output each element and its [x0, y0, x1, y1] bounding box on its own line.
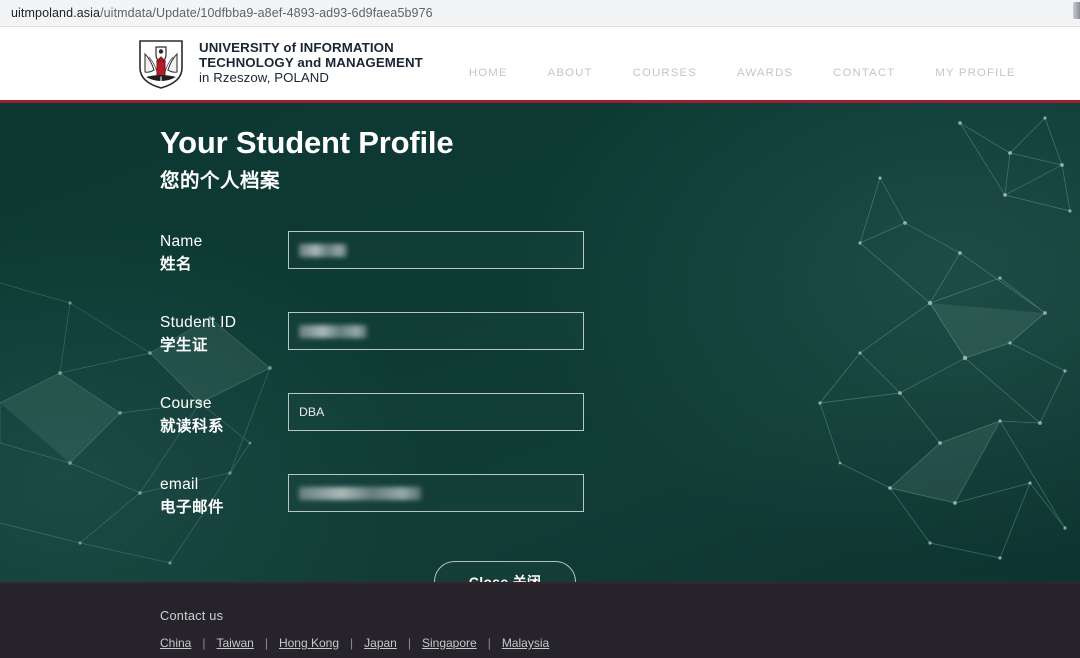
footer-link-china[interactable]: China: [160, 636, 191, 650]
course-input[interactable]: DBA: [288, 393, 584, 431]
footer-separator: |: [350, 636, 354, 650]
brand-logo[interactable]: UNIVERSITY of INFORMATION TECHNOLOGY and…: [136, 38, 423, 90]
field-row-email: email 电子邮件: [160, 474, 630, 517]
site-footer: Contact us China | Taiwan | Hong Kong | …: [0, 584, 1080, 658]
nav-item-my-profile[interactable]: MY PROFILE: [915, 67, 1035, 79]
course-value: DBA: [299, 405, 325, 419]
university-crest-icon: [139, 39, 183, 89]
field-label-course-zh: 就读科系: [160, 418, 225, 435]
brand-line-1: UNIVERSITY of INFORMATION: [199, 40, 394, 56]
footer-link-hong-kong[interactable]: Hong Kong: [279, 636, 339, 650]
footer-separator: |: [487, 636, 491, 650]
brand-line-2: TECHNOLOGY and MANAGEMENT: [199, 55, 423, 71]
field-label-name-en: Name: [160, 233, 203, 250]
url-path: /uitmdata/Update/10dfbba9-a8ef-4893-ad93…: [100, 6, 433, 20]
footer-links: China | Taiwan | Hong Kong | Japan | Sin…: [160, 636, 549, 650]
field-row-name: Name 姓名: [160, 231, 630, 274]
name-input[interactable]: [288, 231, 584, 269]
page-title-chinese: 您的个人档案: [160, 170, 281, 192]
profile-panel: Your Student Profile 您的个人档案 Name 姓名 Stud…: [160, 125, 630, 582]
footer-link-japan[interactable]: Japan: [364, 636, 397, 650]
field-label-email-zh: 电子邮件: [160, 499, 225, 516]
field-label-course: Course 就读科系: [160, 393, 288, 436]
nav-item-about[interactable]: ABOUT: [528, 67, 613, 79]
nav-item-home[interactable]: HOME: [449, 67, 528, 79]
field-label-email-en: email: [160, 476, 199, 493]
nav-item-awards[interactable]: AWARDS: [717, 67, 813, 79]
url-host: uitmpoland.asia: [11, 6, 101, 20]
nav-item-contact[interactable]: CONTACT: [813, 67, 915, 79]
field-row-student-id: Student ID 学生证: [160, 312, 630, 355]
field-label-student-id-zh: 学生证: [160, 337, 209, 354]
footer-link-malaysia[interactable]: Malaysia: [502, 636, 549, 650]
brand-text: UNIVERSITY of INFORMATION TECHNOLOGY and…: [199, 40, 423, 86]
name-value-redacted: [299, 243, 347, 257]
field-label-course-en: Course: [160, 395, 212, 412]
browser-scrollbar-stub[interactable]: [1073, 2, 1080, 19]
close-button-row: Close 关闭: [160, 561, 630, 582]
student-id-value-redacted: [299, 324, 367, 338]
site-header: UNIVERSITY of INFORMATION TECHNOLOGY and…: [0, 27, 1080, 100]
student-id-input[interactable]: [288, 312, 584, 350]
field-row-course: Course 就读科系 DBA: [160, 393, 630, 436]
hero-section: Your Student Profile 您的个人档案 Name 姓名 Stud…: [0, 103, 1080, 582]
field-label-student-id-en: Student ID: [160, 314, 237, 331]
url-text: uitmpoland.asia/uitmdata/Update/10dfbba9…: [0, 6, 433, 20]
email-input[interactable]: [288, 474, 584, 512]
email-value-redacted: [299, 486, 421, 500]
nav-item-courses[interactable]: COURSES: [613, 67, 717, 79]
footer-separator: |: [264, 636, 268, 650]
footer-link-singapore[interactable]: Singapore: [422, 636, 477, 650]
footer-separator: |: [202, 636, 206, 650]
browser-address-bar[interactable]: uitmpoland.asia/uitmdata/Update/10dfbba9…: [0, 0, 1080, 27]
field-label-name: Name 姓名: [160, 231, 288, 274]
page-title: Your Student Profile: [160, 125, 454, 160]
close-button[interactable]: Close 关闭: [434, 561, 576, 582]
field-label-name-zh: 姓名: [160, 256, 193, 273]
contact-us-heading: Contact us: [160, 608, 224, 623]
footer-separator: |: [407, 636, 411, 650]
field-label-student-id: Student ID 学生证: [160, 312, 288, 355]
field-label-email: email 电子邮件: [160, 474, 288, 517]
main-navigation: HOME ABOUT COURSES AWARDS CONTACT MY PRO…: [449, 67, 1036, 79]
footer-link-taiwan[interactable]: Taiwan: [216, 636, 253, 650]
brand-line-3: in Rzeszow, POLAND: [199, 70, 330, 85]
